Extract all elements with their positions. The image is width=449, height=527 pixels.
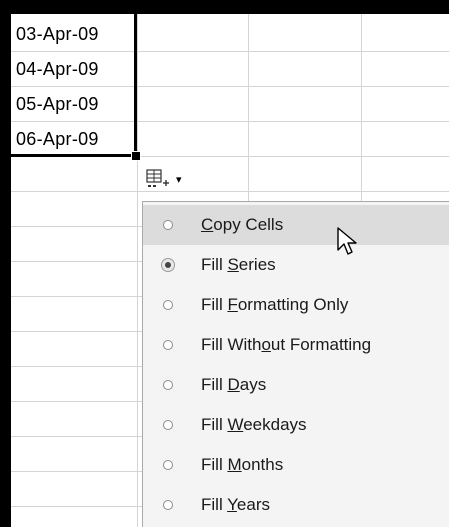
radio-icon [163, 220, 173, 230]
top-border [0, 0, 449, 14]
menu-item-copy-cells[interactable]: Copy Cells [143, 205, 449, 245]
menu-item-fill-weekdays[interactable]: Fill Weekdays [143, 405, 449, 445]
left-border [0, 0, 11, 527]
menu-item-fill-days[interactable]: Fill Days [143, 365, 449, 405]
menu-item-label: Fill Months [201, 455, 284, 474]
fill-handle[interactable] [131, 151, 141, 161]
radio-selected-icon [161, 258, 175, 272]
menu-item-fill-formatting-only[interactable]: Fill Formatting Only [143, 285, 449, 325]
menu-item-fill-months[interactable]: Fill Months [143, 445, 449, 485]
menu-item-label: Fill Formatting Only [201, 295, 349, 314]
radio-icon [163, 500, 173, 510]
menu-item-label: Fill Days [201, 375, 267, 394]
menu-item-fill-without-formatting[interactable]: Fill Without Formatting [143, 325, 449, 365]
menu-item-label: Fill Years [201, 495, 270, 514]
menu-item-fill-series[interactable]: Fill Series [143, 245, 449, 285]
selection-range [11, 14, 137, 157]
chevron-down-icon: ▾ [176, 173, 182, 186]
autofill-options-menu: Copy Cells Fill Series Fill Formatting O… [142, 201, 449, 527]
radio-icon [163, 420, 173, 430]
radio-icon [163, 460, 173, 470]
spreadsheet-window: 03-Apr-09 04-Apr-09 05-Apr-09 06-Apr-09 … [0, 0, 449, 527]
menu-item-label: Fill Series [201, 255, 276, 274]
radio-icon [163, 300, 173, 310]
gridline [11, 191, 449, 192]
autofill-options-button[interactable]: ▾ [142, 164, 202, 194]
radio-icon [163, 340, 173, 350]
menu-item-label: Copy Cells [201, 215, 284, 234]
menu-item-label: Fill Weekdays [201, 415, 307, 434]
menu-item-label: Fill Without Formatting [201, 335, 372, 354]
autofill-options-icon [146, 169, 169, 187]
menu-item-fill-years[interactable]: Fill Years [143, 485, 449, 525]
radio-icon [163, 380, 173, 390]
